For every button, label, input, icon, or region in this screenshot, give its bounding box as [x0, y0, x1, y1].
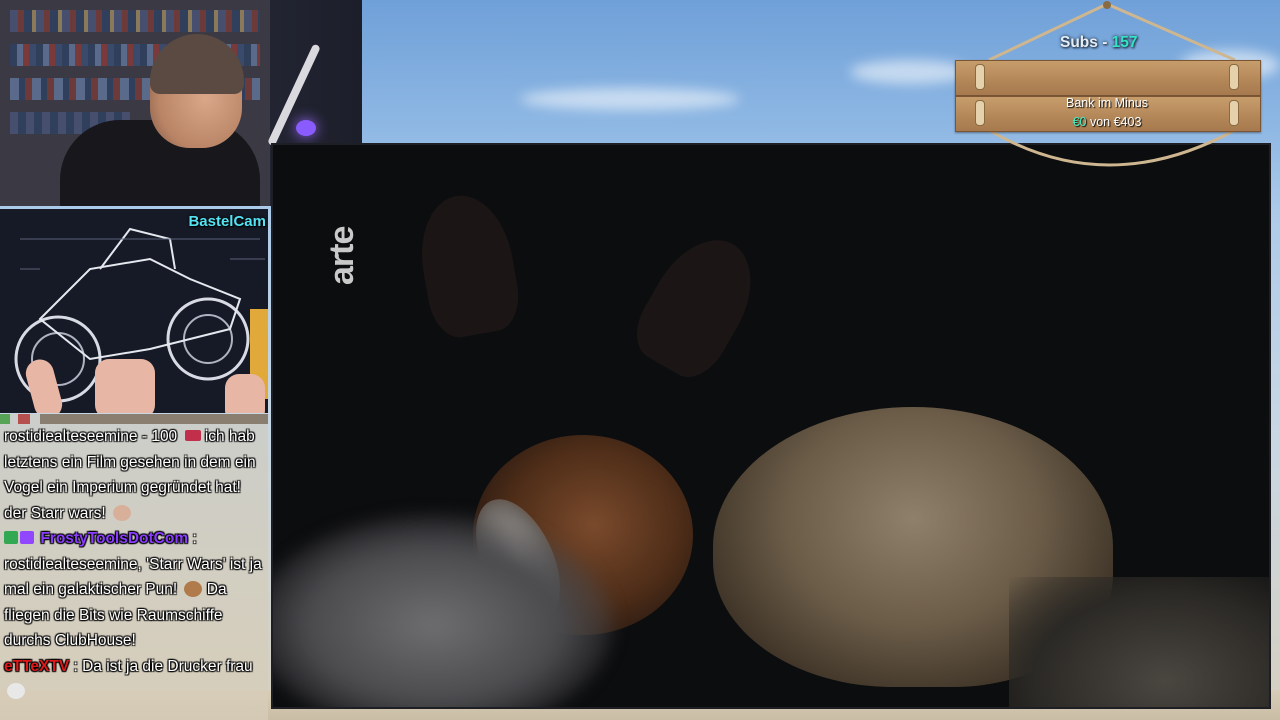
video-player[interactable]: arte — [271, 143, 1271, 709]
video-badge-icon — [20, 531, 34, 544]
bastelcam-label: BastelCam — [188, 213, 266, 230]
sky-cloud — [520, 88, 740, 110]
sign-peg — [975, 64, 985, 90]
subs-counter: Subs - 157 — [1060, 34, 1160, 52]
bank-of: von — [1086, 115, 1114, 129]
chat-separator: : — [188, 530, 197, 547]
chat-message: rostidiealteseemine - 100 ich hab letzte… — [0, 424, 268, 526]
chat-username[interactable]: FrostyToolsDotCom — [40, 530, 188, 547]
bastel-cam: BastelCam — [0, 209, 268, 413]
hand — [225, 374, 265, 413]
bits-emote-icon — [184, 430, 201, 441]
tool-badge-icon — [4, 531, 18, 544]
ground — [1009, 577, 1269, 707]
face-emote-icon — [7, 683, 25, 699]
chat-separator: : — [69, 657, 78, 675]
books — [10, 10, 260, 32]
subs-label: Subs - — [1060, 34, 1112, 51]
bank-progress: €0 von €403 — [955, 115, 1259, 129]
purple-light — [296, 120, 316, 136]
bank-target: €403 — [1113, 115, 1142, 129]
subs-count: 157 — [1111, 34, 1138, 51]
face-emote-icon — [112, 504, 131, 521]
hand — [95, 359, 155, 413]
arte-logo-text: arte — [323, 226, 361, 285]
face-emote-icon — [184, 581, 203, 597]
sign-board-top — [955, 60, 1261, 96]
bank-label: Bank im Minus — [1066, 96, 1148, 110]
chat-message: eTTeXTV : Da ist ja die Drucker frau — [0, 654, 268, 705]
chat-message: FrostyToolsDotCom : rostidiealteseemine,… — [0, 526, 268, 654]
bank-current: €0 — [1072, 115, 1087, 129]
fox-ear — [624, 221, 772, 389]
chat-message-text: Da ist ja die Drucker frau — [82, 657, 253, 675]
chat-overlay: rostidiealteseemine - 100 ich hab letzte… — [0, 414, 268, 720]
chat-cutoff-line — [0, 414, 268, 424]
sign-peg — [1229, 64, 1239, 90]
chat-message-text: rostidiealteseemine - 100 — [4, 428, 178, 445]
chat-username[interactable]: eTTeXTV — [4, 658, 69, 675]
fox-ear — [411, 188, 525, 342]
